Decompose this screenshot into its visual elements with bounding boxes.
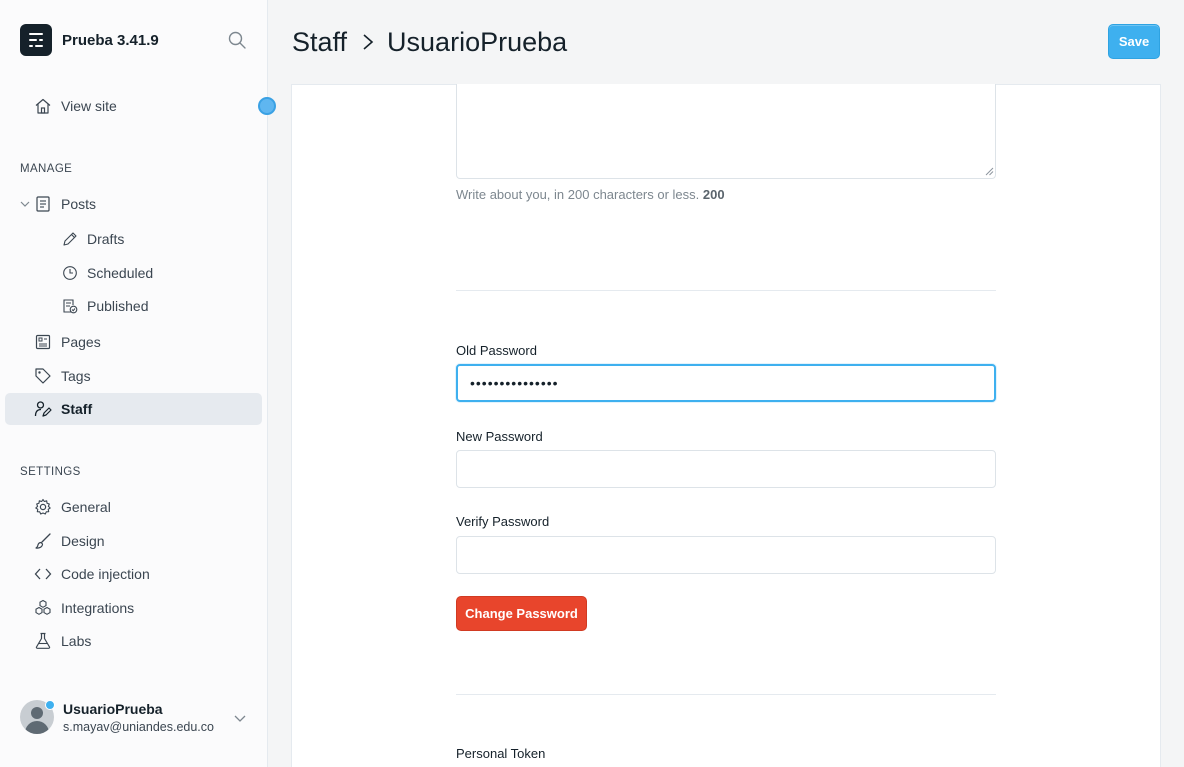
bio-textarea[interactable] — [456, 84, 996, 179]
clock-icon — [63, 266, 77, 280]
sidebar-item-label: Drafts — [87, 231, 125, 247]
sidebar-item-code-injection[interactable]: Code injection — [34, 563, 150, 585]
sidebar-item-label: Design — [61, 533, 105, 549]
sidebar-item-drafts[interactable]: Drafts — [62, 228, 124, 250]
new-password-label: New Password — [456, 429, 543, 444]
change-password-button[interactable]: Change Password — [456, 596, 587, 631]
brand[interactable]: Prueba 3.41.9 — [20, 24, 159, 56]
sidebar-item-label: General — [61, 499, 111, 515]
published-check-icon — [63, 299, 78, 314]
integrations-icon — [35, 599, 51, 615]
brand-title: Prueba 3.41.9 — [62, 31, 159, 49]
sidebar-item-posts[interactable]: Posts — [34, 193, 96, 215]
gear-icon — [35, 498, 51, 515]
tag-icon — [35, 368, 51, 384]
user-email: s.mayav@uniandes.edu.co — [63, 719, 214, 734]
staff-icon — [34, 401, 52, 417]
sidebar-item-design[interactable]: Design — [34, 530, 105, 552]
sidebar-item-label: Tags — [61, 368, 91, 384]
resize-grip-icon[interactable] — [985, 167, 994, 176]
old-password-label: Old Password — [456, 343, 537, 358]
sidebar-item-label: Pages — [61, 334, 101, 350]
sidebar-item-integrations[interactable]: Integrations — [34, 597, 134, 619]
divider — [456, 694, 996, 695]
sidebar: Prueba 3.41.9 View site MANAGE Posts Dra… — [0, 0, 268, 767]
divider — [456, 290, 996, 291]
bio-char-count: 200 — [702, 187, 725, 202]
sidebar-item-pages[interactable]: Pages — [34, 331, 101, 353]
pencil-icon — [63, 232, 77, 246]
sidebar-item-label: Scheduled — [87, 265, 154, 281]
verify-password-label: Verify Password — [456, 514, 550, 529]
sidebar-item-label: View site — [61, 98, 117, 114]
sidebar-item-label: Published — [87, 298, 149, 314]
section-label-manage: MANAGE — [20, 163, 73, 175]
bio-help-text: Write about you, in 200 characters or le… — [456, 187, 725, 202]
sidebar-item-labs[interactable]: Labs — [34, 630, 91, 652]
home-icon — [35, 98, 51, 114]
new-password-field[interactable] — [456, 450, 996, 488]
help-beacon[interactable] — [258, 97, 276, 115]
breadcrumb: Staff UsuarioPrueba — [292, 24, 567, 60]
code-icon — [34, 568, 52, 580]
chevron-right-icon — [363, 34, 374, 50]
chevron-down-icon[interactable] — [19, 198, 31, 210]
ghost-logo-icon — [20, 24, 52, 56]
sidebar-item-view-site[interactable]: View site — [34, 95, 117, 117]
pages-icon — [35, 334, 51, 350]
posts-icon — [36, 196, 50, 212]
sidebar-item-label: Code injection — [61, 566, 150, 582]
save-button[interactable]: Save — [1108, 24, 1160, 59]
chevron-down-icon[interactable] — [233, 712, 247, 724]
sidebar-item-label: Labs — [61, 633, 92, 649]
sidebar-item-label: Staff — [61, 401, 93, 417]
sidebar-item-label: Posts — [61, 196, 97, 212]
content-panel — [291, 84, 1161, 767]
sidebar-item-label: Integrations — [61, 600, 135, 616]
user-name: UsuarioPrueba — [63, 700, 163, 717]
sidebar-item-general[interactable]: General — [34, 496, 111, 518]
breadcrumb-parent-link[interactable]: Staff — [292, 27, 347, 58]
notification-dot — [45, 700, 55, 710]
personal-token-label: Personal Token — [456, 746, 546, 761]
verify-password-field[interactable] — [456, 536, 996, 574]
sidebar-item-scheduled[interactable]: Scheduled — [62, 262, 153, 284]
section-label-settings: SETTINGS — [20, 466, 81, 478]
sidebar-item-tags[interactable]: Tags — [34, 365, 91, 387]
sidebar-item-staff[interactable]: Staff — [34, 398, 92, 420]
search-icon[interactable] — [228, 31, 246, 49]
breadcrumb-current: UsuarioPrueba — [387, 26, 568, 57]
brush-icon — [35, 533, 51, 549]
bio-help-label: Write about you, in 200 characters or le… — [456, 187, 700, 202]
sidebar-item-published[interactable]: Published — [62, 295, 149, 317]
old-password-field[interactable] — [456, 364, 996, 402]
flask-icon — [35, 632, 51, 649]
